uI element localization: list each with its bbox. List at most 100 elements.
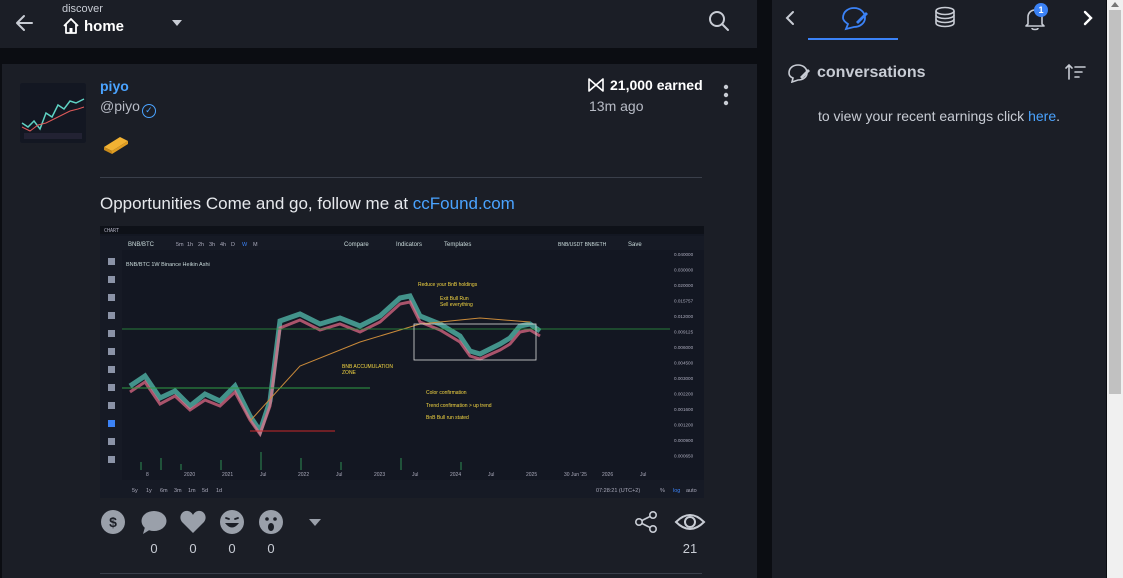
chart-timeframe: 4h [220, 242, 226, 248]
top-bar: discover home [0, 0, 757, 48]
chart-y-label: 0.002200 [674, 392, 694, 397]
sort-icon[interactable] [1064, 62, 1086, 82]
chart-x-label: 2024 [450, 472, 461, 478]
author-handle[interactable]: @piyo [100, 98, 140, 114]
more-options-icon[interactable] [721, 83, 731, 107]
chart-x-label: Jul [336, 472, 342, 478]
chart-x-label: Jul [640, 472, 646, 478]
post-actions: $ 0 0 0 0 21 [100, 509, 706, 561]
chart-x-label: 2025 [526, 472, 537, 478]
chart-save: Save [628, 242, 642, 248]
views-count: 21 [682, 541, 698, 556]
svg-text:$: $ [109, 514, 117, 530]
chart-y-label: 0.040000 [674, 252, 694, 257]
chart-y-label: 0.004500 [674, 361, 694, 366]
author-name[interactable]: piyo [100, 78, 129, 94]
chart-annotation: Trend confirmation > up trend [426, 403, 492, 409]
chart-annotation: ZONE [342, 370, 357, 376]
chart-annotation: Reduce your BnB holdings [418, 282, 478, 288]
chart-timeframe: M [253, 242, 258, 248]
chart-y-label: 0.030000 [674, 268, 694, 273]
chart-symbol: BNB/BTC [128, 242, 155, 248]
views-eye-icon [674, 514, 706, 530]
chart-range-button: 1d [216, 488, 222, 494]
chart-annotation: BnB Bull run stated [426, 415, 469, 421]
search-icon[interactable] [707, 9, 731, 33]
chart-bottom-time: 07:28:21 (UTC+2) [596, 488, 640, 494]
chart-x-label: 2020 [184, 472, 195, 478]
divider [100, 177, 702, 178]
chart-image[interactable]: CHART BNB/BTC 5m 1h 2h 3h 4h D W M Compare Indi… [100, 226, 704, 498]
chart-x-label: 2026 [602, 472, 613, 478]
section-label: discover [62, 3, 103, 15]
back-arrow-icon[interactable] [12, 10, 38, 36]
panel-tabs [772, 0, 1106, 44]
chevron-right-icon[interactable] [1080, 4, 1096, 32]
chart-y-label: 0.000900 [674, 438, 694, 443]
tip-dollar-icon[interactable]: $ [100, 509, 128, 535]
conversations-title: conversations [817, 64, 926, 81]
comments-count: 0 [150, 541, 158, 556]
chart-screenshot: CHART BNB/BTC 5m 1h 2h 3h 4h D W M Compare Indi… [100, 226, 704, 498]
chart-y-label: 0.000650 [674, 454, 694, 459]
wow-emoji-icon[interactable] [257, 509, 285, 535]
likes-count: 0 [189, 541, 197, 556]
chart-range-button: 3m [174, 488, 182, 494]
chart-range-button: 1y [146, 488, 152, 494]
chart-timeframe: 5m [176, 242, 184, 248]
verified-badge-icon: ✓ [141, 104, 156, 118]
laugh-emoji-icon[interactable] [218, 509, 246, 535]
more-reactions-caret-icon[interactable] [306, 515, 324, 529]
chart-x-label: 8 [146, 472, 149, 478]
bowtie-icon [588, 78, 604, 92]
author-handle-row: @piyo ✓ [100, 98, 156, 118]
caret-down-icon[interactable] [171, 18, 183, 28]
chart-x-label: Jul [260, 472, 266, 478]
chart-x-label: 2023 [374, 472, 385, 478]
active-tab-indicator [808, 38, 898, 40]
chart-pairs: BNB/USDT BNB/ETH [558, 242, 607, 248]
token-icon [104, 137, 128, 154]
chart-y-label: 0.012000 [674, 314, 694, 319]
chart-y-label: 0.009125 [674, 330, 694, 335]
share-icon[interactable] [632, 509, 660, 535]
chart-y-label: 0.015757 [674, 299, 694, 304]
post-text: Opportunities Come and go, follow me at … [100, 194, 515, 214]
chart-timeframe: 2h [198, 242, 204, 248]
chart-range-button: 1m [188, 488, 196, 494]
avatar[interactable] [20, 83, 86, 143]
earnings-link[interactable]: here [1028, 108, 1056, 124]
earnings-suffix: . [1056, 108, 1060, 124]
chart-compare: Compare [344, 242, 369, 248]
chart-y-label: 0.001600 [674, 407, 694, 412]
chart-range-button: 5d [202, 488, 208, 494]
chart-timeframe: 1h [187, 242, 193, 248]
post-card: piyo @piyo ✓ 21,000 earned 13m ago Opport… [2, 64, 757, 578]
chart-x-label: Jul [412, 472, 418, 478]
tab-coins-icon[interactable] [930, 4, 960, 32]
chart-x-label: 2021 [222, 472, 233, 478]
chart-templates: Templates [444, 242, 471, 248]
laughs-count: 0 [228, 541, 236, 556]
chart-x-label: Jul [488, 472, 494, 478]
post-link[interactable]: ccFound.com [413, 194, 515, 213]
chart-range-button: 5y [132, 488, 138, 494]
location-selector[interactable]: home [62, 17, 124, 35]
scroll-up-arrow-icon[interactable] [1111, 1, 1119, 7]
chart-range-button: 6m [160, 488, 168, 494]
wows-count: 0 [267, 541, 275, 556]
chart-y-label: 0.020000 [674, 283, 694, 288]
chart-scale-option: % [660, 488, 665, 494]
chart-indicators: Indicators [396, 242, 422, 248]
chart-timeframe: W [242, 242, 248, 248]
earnings-text: to view your recent earnings click [817, 108, 1029, 124]
chart-scale-option: log [673, 488, 680, 494]
heart-icon[interactable] [179, 509, 207, 535]
notification-count-badge: 1 [1034, 3, 1048, 17]
scrollbar-thumb[interactable] [1109, 10, 1121, 394]
chevron-left-icon[interactable] [782, 4, 798, 32]
chart-timeframe: D [231, 242, 235, 248]
right-panel [772, 0, 1106, 578]
comment-icon[interactable] [140, 509, 168, 535]
tab-conversations-icon[interactable] [839, 4, 869, 32]
